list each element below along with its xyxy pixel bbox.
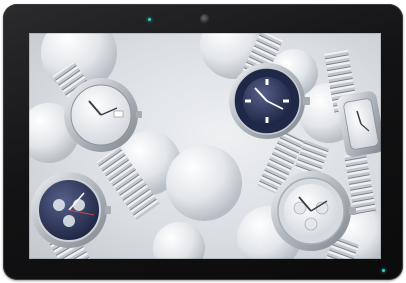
display-screen (29, 33, 381, 259)
status-indicator-light (148, 18, 151, 21)
watch-navy-chronograph (31, 172, 111, 248)
front-camera (200, 14, 210, 24)
watches-wallpaper-image (29, 33, 381, 259)
watch-rectangular-right (337, 91, 381, 157)
tablet-device (0, 0, 406, 283)
power-indicator-light (382, 269, 385, 272)
